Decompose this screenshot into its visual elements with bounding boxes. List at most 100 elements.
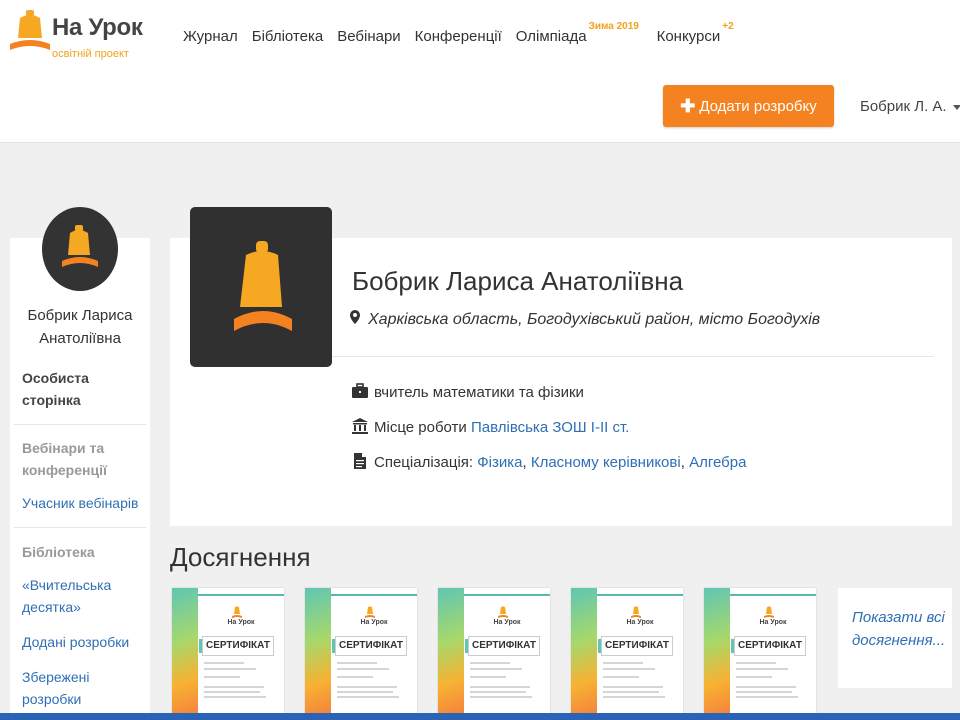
map-pin-icon: [350, 310, 360, 329]
building-icon: [352, 418, 368, 434]
text-line: [337, 668, 389, 670]
sidebar-divider: [14, 527, 146, 528]
nav-olympiad-badge: Зима 2019: [588, 21, 639, 32]
text-line: [204, 696, 266, 698]
brand-name: На Урок: [52, 14, 143, 41]
show-all-achievements-link[interactable]: Показати всі досягнення...: [838, 588, 952, 688]
certificate-card[interactable]: На Урок СЕРТИФІКАТ: [704, 588, 816, 720]
text-line: [603, 696, 665, 698]
text-line: [337, 691, 393, 693]
nav-journal[interactable]: Журнал: [183, 28, 238, 48]
certificate-card[interactable]: На Урок СЕРТИФІКАТ: [571, 588, 683, 720]
profile-avatar: [190, 207, 332, 367]
certificate-topline: [597, 594, 683, 596]
certificate-brand: На Урок: [493, 619, 521, 626]
bell-avatar-icon: [62, 225, 98, 267]
sidebar-avatar: [42, 207, 118, 291]
bell-icon: [498, 606, 508, 618]
bell-icon: [232, 606, 242, 618]
nav-olympiad[interactable]: Олімпіада Зима 2019: [515, 21, 639, 48]
sidebar-added-developments[interactable]: Додані розробки: [22, 631, 142, 653]
nav-webinars[interactable]: Вебінари: [337, 28, 400, 48]
text-line: [337, 686, 397, 688]
text-line: [204, 662, 244, 664]
document-icon: [354, 453, 366, 469]
bell-logo-icon: [10, 10, 50, 50]
top-header: На Урок освітній проект Журнал Бібліотек…: [0, 0, 960, 143]
caret-down-icon: [952, 104, 960, 110]
text-line: [470, 691, 526, 693]
text-line: [603, 668, 655, 670]
certificate-topline: [331, 594, 417, 596]
certificate-card[interactable]: На Урок СЕРТИФІКАТ: [172, 588, 284, 720]
profile-position-row: вчитель математики та фізики: [352, 383, 584, 401]
certificate-brand: На Урок: [626, 619, 654, 626]
add-development-button[interactable]: ✚ Додати розробку: [663, 85, 834, 127]
nav-olympiad-label: Олімпіада: [515, 28, 587, 45]
profile-position: вчитель математики та фізики: [374, 384, 584, 401]
text-line: [470, 676, 506, 678]
nav-conferences[interactable]: Конференції: [415, 28, 502, 48]
certificate-title: СЕРТИФІКАТ: [199, 636, 274, 656]
text-line: [603, 676, 639, 678]
certificate-title: СЕРТИФІКАТ: [332, 636, 407, 656]
certificate-band: [704, 588, 730, 720]
plus-icon: ✚: [680, 95, 696, 116]
add-development-label: Додати розробку: [699, 97, 817, 115]
text-line: [204, 676, 240, 678]
certificate-topline: [730, 594, 816, 596]
text-line: [204, 691, 260, 693]
text-line: [603, 691, 659, 693]
text-line: [603, 662, 643, 664]
user-menu[interactable]: Бобрик Л. А.: [860, 98, 960, 115]
text-line: [470, 662, 510, 664]
profile-workplace-row: Місце роботи Павлівська ЗОШ І-ІІ ст.: [352, 418, 629, 436]
sidebar-heading-library: Бібліотека: [22, 544, 95, 560]
text-line: [470, 686, 530, 688]
nav-contests-badge: +2: [722, 21, 734, 32]
specialization-link-physics[interactable]: Фізика: [477, 454, 522, 471]
sidebar-heading-webinars: Вебінари та конференції: [22, 440, 107, 478]
certificate-band: [305, 588, 331, 720]
text-line: [470, 668, 522, 670]
specialization-link-algebra[interactable]: Алгебра: [689, 454, 746, 471]
main-nav: Журнал Бібліотека Вебінари Конференції О…: [183, 21, 734, 48]
sidebar-user-name: Бобрик Лариса Анатоліївна: [27, 307, 133, 347]
certificate-brand: На Урок: [227, 619, 255, 626]
certificate-topline: [464, 594, 550, 596]
certificate-title: СЕРТИФІКАТ: [598, 636, 673, 656]
nav-contests[interactable]: Конкурси +2: [657, 21, 734, 48]
text-line: [337, 696, 399, 698]
specialization-link-class-teacher[interactable]: Класному керівникові: [531, 454, 681, 471]
certificate-card[interactable]: На Урок СЕРТИФІКАТ: [438, 588, 550, 720]
nav-library[interactable]: Бібліотека: [252, 28, 323, 48]
bell-icon: [764, 606, 774, 618]
sidebar-top-ten[interactable]: «Вчительська десятка»: [22, 574, 142, 618]
text-line: [736, 668, 788, 670]
text-line: [736, 696, 798, 698]
text-line: [736, 676, 772, 678]
certificate-topline: [198, 594, 284, 596]
profile-divider: [332, 356, 934, 357]
workplace-link[interactable]: Павлівська ЗОШ І-ІІ ст.: [471, 419, 629, 436]
certificate-brand: На Урок: [360, 619, 388, 626]
specialization-label: Спеціалізація:: [374, 454, 474, 471]
site-logo[interactable]: На Урок освітній проект: [8, 8, 148, 64]
achievements-title: Досягнення: [170, 542, 311, 572]
profile-name: Бобрик Лариса Анатоліївна: [352, 266, 684, 296]
workplace-label: Місце роботи: [374, 419, 467, 436]
text-line: [204, 686, 264, 688]
profile-location-text: Харківська область, Богодухівський район…: [368, 311, 821, 328]
text-line: [736, 662, 776, 664]
sidebar-personal-page[interactable]: Особиста сторінка: [22, 367, 142, 411]
certificate-brand: На Урок: [759, 619, 787, 626]
certificate-title: СЕРТИФІКАТ: [731, 636, 806, 656]
sidebar-saved-developments[interactable]: Збережені розробки: [22, 666, 142, 710]
text-line: [470, 696, 532, 698]
text-line: [204, 668, 256, 670]
certificate-card[interactable]: На Урок СЕРТИФІКАТ: [305, 588, 417, 720]
certificate-band: [172, 588, 198, 720]
bell-avatar-icon: [234, 241, 292, 331]
sidebar-webinar-participant[interactable]: Учасник вебінарів: [22, 492, 142, 514]
text-line: [603, 686, 663, 688]
